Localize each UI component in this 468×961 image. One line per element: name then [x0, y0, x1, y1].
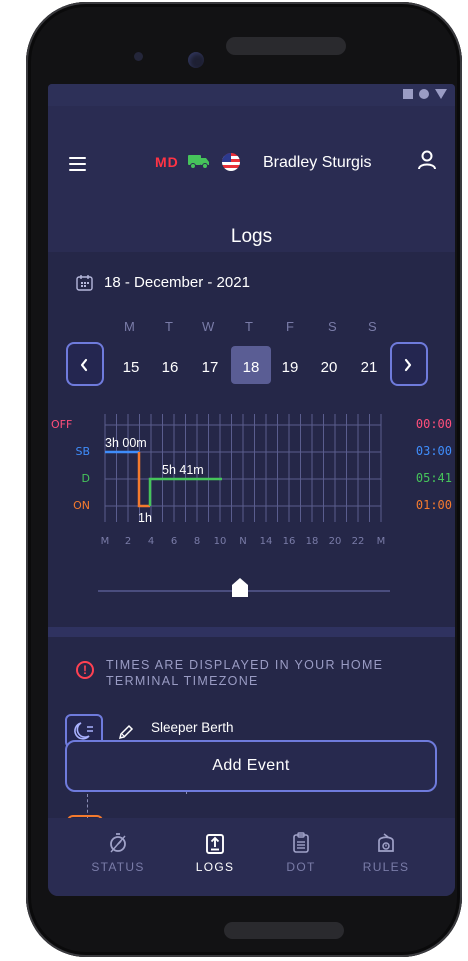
- chevron-left-icon: [80, 358, 88, 372]
- chevron-right-icon: [404, 358, 412, 372]
- duty-status-graph: OFF SB D ON 00:00 03:00 05:41 01:00 M 2 4 6…: [51, 414, 452, 547]
- status-label-d: D: [82, 472, 90, 485]
- alert-icon: !: [76, 661, 94, 679]
- bottom-navigation: STATUS LOGS DOT RULES: [48, 818, 455, 896]
- us-flag-icon: [222, 153, 240, 171]
- hour-tick-label: 6: [171, 536, 177, 547]
- wifi-icon: [419, 89, 429, 99]
- driving-duration-label: 5h 41m: [162, 463, 204, 477]
- rules-icon: [378, 833, 394, 852]
- weekday-label: W: [202, 319, 215, 334]
- weekday-label: S: [368, 319, 377, 334]
- hour-tick-label: 14: [260, 536, 273, 547]
- day-16[interactable]: 16: [159, 359, 181, 376]
- time-slider[interactable]: [48, 574, 455, 604]
- pencil-icon[interactable]: [118, 724, 134, 740]
- slider-handle[interactable]: [232, 578, 248, 597]
- hour-tick-label: N: [239, 536, 246, 547]
- weekday-label: T: [245, 319, 253, 334]
- nav-rules-label: RULES: [362, 860, 410, 874]
- signal-icon: [435, 89, 447, 99]
- prev-week-button[interactable]: [66, 342, 104, 386]
- user-icon[interactable]: [418, 150, 436, 170]
- status-label-on: ON: [73, 499, 90, 512]
- hour-tick-label: 4: [148, 536, 154, 547]
- on-duty-duration-label: 1h: [138, 511, 152, 525]
- stopwatch-icon: [110, 833, 126, 853]
- nav-rules[interactable]: RULES: [346, 832, 426, 874]
- status-label-sb: SB: [75, 445, 90, 458]
- timezone-notice-text: TIMES ARE DISPLAYED IN YOUR HOME TERMINA…: [106, 658, 384, 688]
- selected-date: 18 - December - 2021: [104, 274, 250, 291]
- page-title: Logs: [230, 226, 273, 247]
- nav-dot[interactable]: DOT: [261, 832, 341, 874]
- nav-status[interactable]: STATUS: [78, 832, 158, 874]
- next-week-button[interactable]: [390, 342, 428, 386]
- hour-tick-label: 2: [125, 536, 131, 547]
- menu-icon[interactable]: [69, 157, 86, 171]
- weekday-label: M: [124, 319, 135, 334]
- calendar-icon: [76, 275, 93, 291]
- app-screen: MD Bradley Sturgis Logs 18 - December - …: [48, 84, 455, 896]
- hour-tick-label: 10: [214, 536, 227, 547]
- sensor-dot: [134, 52, 143, 61]
- hour-tick-label: 20: [329, 536, 342, 547]
- hour-tick-label: 16: [283, 536, 296, 547]
- nav-status-label: STATUS: [91, 860, 145, 874]
- day-17[interactable]: 17: [199, 359, 221, 376]
- event-status-label: Sleeper Berth: [151, 720, 234, 735]
- day-18[interactable]: 18: [240, 359, 262, 376]
- nav-dot-label: DOT: [286, 860, 316, 874]
- bottom-speaker: [224, 922, 344, 939]
- timezone-notice: ! TIMES ARE DISPLAYED IN YOUR HOME TERMI…: [76, 657, 406, 689]
- driver-name[interactable]: Bradley Sturgis: [263, 154, 372, 172]
- nav-logs[interactable]: LOGS: [175, 832, 255, 874]
- status-label-off: OFF: [51, 418, 72, 431]
- weekday-label: T: [165, 319, 173, 334]
- day-20[interactable]: 20: [318, 359, 340, 376]
- status-bar: [48, 84, 455, 106]
- notification-icon: [403, 89, 413, 99]
- front-camera: [188, 52, 204, 68]
- add-event-button[interactable]: Add Event: [65, 740, 437, 792]
- day-21[interactable]: 21: [358, 359, 380, 376]
- section-divider: [48, 627, 455, 637]
- weekday-label: F: [286, 319, 294, 334]
- day-15[interactable]: 15: [120, 359, 142, 376]
- hour-tick-label: 18: [306, 536, 319, 547]
- hour-tick-label: 22: [352, 536, 365, 547]
- sb-duration-label: 3h 00m: [105, 436, 147, 450]
- day-19[interactable]: 19: [279, 359, 301, 376]
- duration-sb: 03:00: [416, 444, 452, 458]
- speaker-grille: [226, 37, 346, 55]
- hour-tick-label: M: [101, 536, 110, 547]
- truck-icon: [188, 155, 209, 169]
- app-header: MD Bradley Sturgis Logs: [48, 106, 455, 252]
- hour-tick-label: M: [377, 536, 386, 547]
- nav-logs-label: LOGS: [195, 860, 235, 874]
- duration-d: 05:41: [416, 471, 452, 485]
- date-picker-row[interactable]: 18 - December - 2021: [76, 274, 250, 291]
- region-badge: MD: [155, 154, 179, 170]
- hour-tick-label: 8: [194, 536, 200, 547]
- weekday-label: S: [328, 319, 337, 334]
- logs-icon: [206, 834, 224, 854]
- duration-off: 00:00: [416, 417, 452, 431]
- duration-on: 01:00: [416, 498, 452, 512]
- clipboard-icon: [293, 832, 309, 853]
